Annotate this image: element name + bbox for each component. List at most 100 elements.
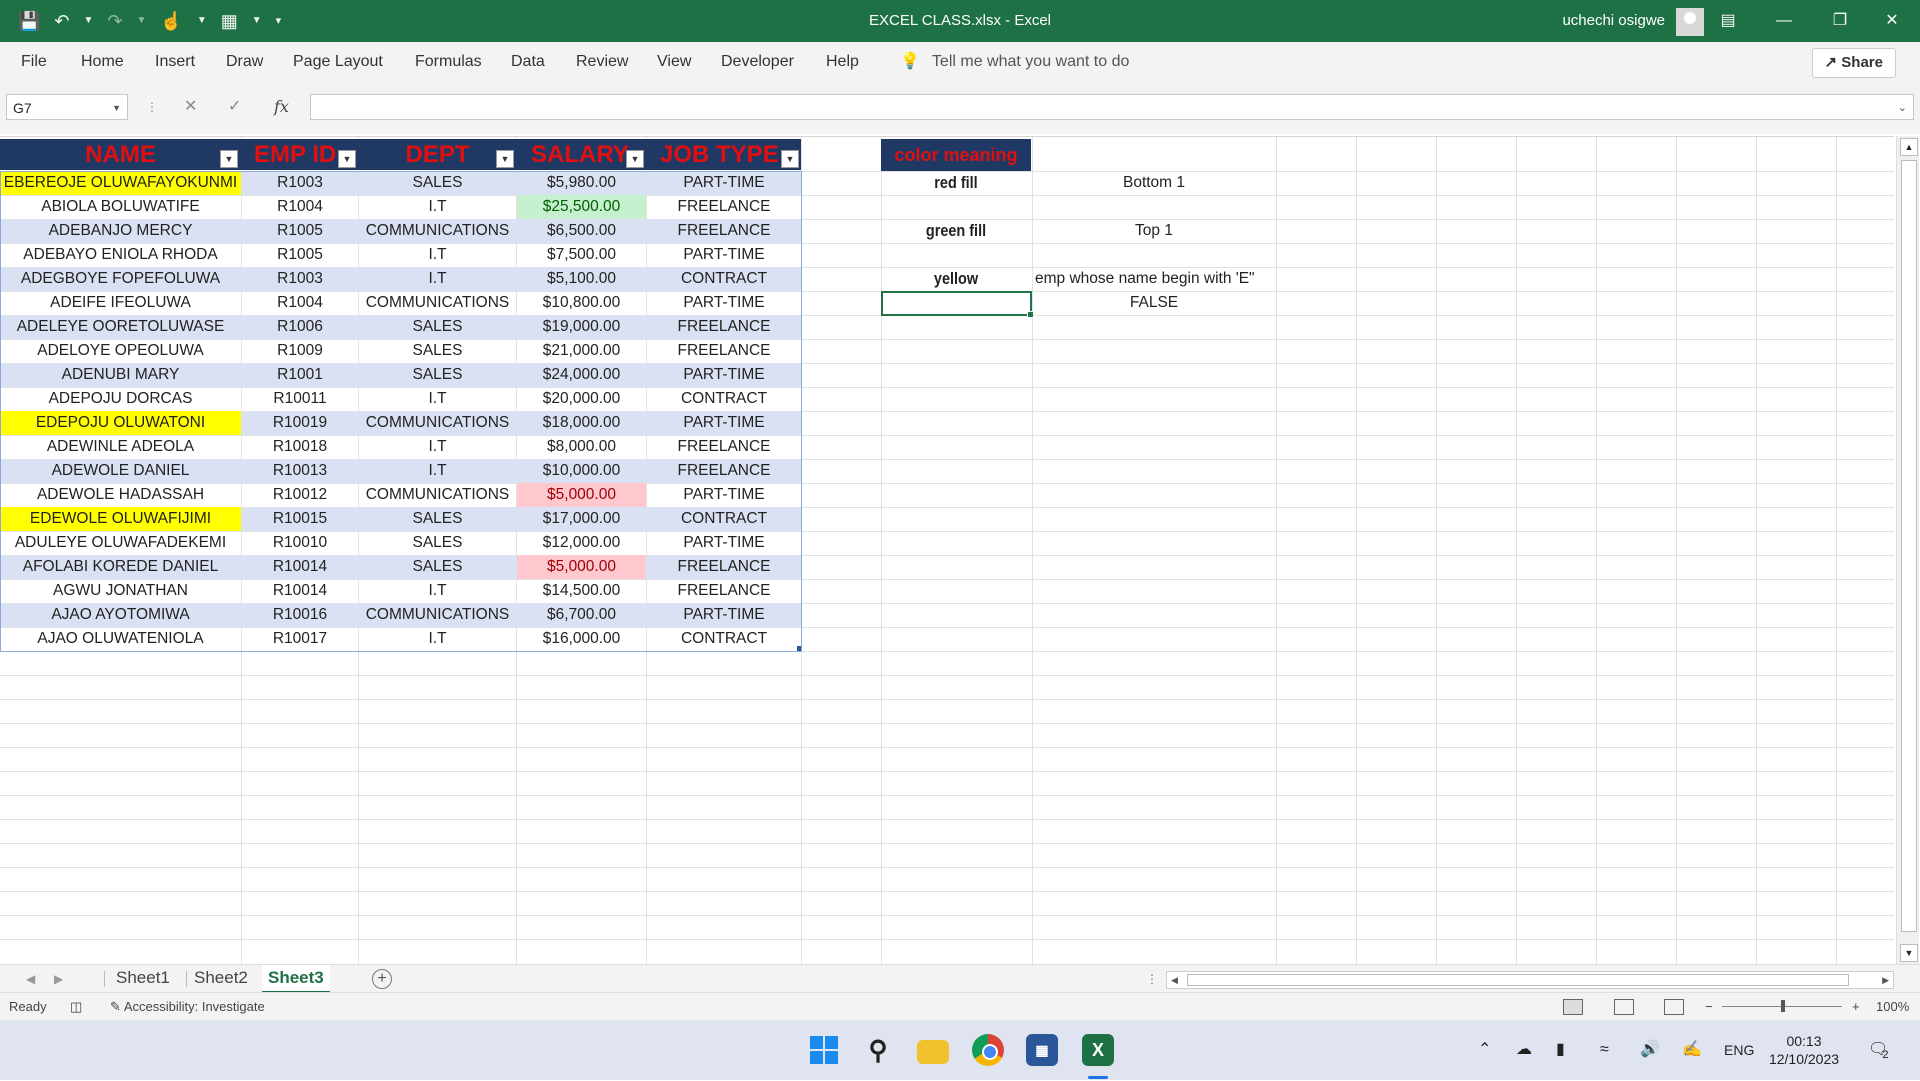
chrome-icon[interactable] <box>972 1034 1004 1066</box>
sheet-tab-sheet1[interactable]: Sheet1 <box>110 965 176 991</box>
chevron-down-icon[interactable]: ▼ <box>112 95 121 121</box>
save-icon[interactable]: 💾 <box>18 0 40 42</box>
zoom-in-icon[interactable]: + <box>1852 993 1860 1021</box>
excel-app-icon[interactable]: X <box>1082 1034 1114 1066</box>
tab-developer[interactable]: Developer <box>721 42 794 82</box>
add-sheet-icon[interactable]: + <box>372 969 392 989</box>
more-options-icon[interactable]: ⋮ <box>146 94 158 120</box>
scrollbar-thumb[interactable] <box>1187 974 1849 986</box>
zoom-level[interactable]: 100% <box>1876 993 1909 1021</box>
redo-dropdown-icon[interactable]: ▼ <box>137 0 147 42</box>
tab-insert[interactable]: Insert <box>155 42 195 82</box>
legend-value-red-fill[interactable]: Bottom 1 <box>1032 171 1276 195</box>
column-line <box>1756 137 1757 965</box>
enter-icon[interactable]: ✓ <box>228 94 241 120</box>
legend-title[interactable]: color meaning <box>881 139 1031 171</box>
sheet-tab-sheet2[interactable]: Sheet2 <box>188 965 254 991</box>
split-handle-icon[interactable]: ⋮ <box>1146 965 1158 993</box>
legend-key-yellow[interactable]: yellow <box>892 267 1020 291</box>
account-name[interactable]: uchechi osigwe <box>1562 0 1665 42</box>
ribbon-display-options-icon[interactable]: ▤ <box>1700 0 1756 42</box>
tab-separator <box>104 971 105 987</box>
scroll-up-icon[interactable]: ▲ <box>1900 138 1918 156</box>
windows-start-icon[interactable] <box>808 1034 840 1066</box>
filter-dropdown-icon[interactable]: ▼ <box>626 150 644 168</box>
page-layout-view-icon[interactable] <box>1614 999 1634 1015</box>
expand-formula-bar-icon[interactable]: ⌄ <box>1898 95 1907 121</box>
undo-icon[interactable]: ↶ <box>54 0 69 42</box>
macro-recording-icon[interactable]: ◫ <box>70 993 82 1021</box>
undo-dropdown-icon[interactable]: ▼ <box>84 0 94 42</box>
tab-page-layout[interactable]: Page Layout <box>293 42 383 82</box>
worksheet-grid[interactable]: NAME EMP ID DEPT SALARY JOB TYPE ▼ ▼ ▼ ▼… <box>0 136 1894 965</box>
redo-icon[interactable]: ↷ <box>107 0 122 42</box>
tab-draw[interactable]: Draw <box>226 42 263 82</box>
form-dropdown-icon[interactable]: ▼ <box>252 0 262 42</box>
column-line <box>881 137 882 965</box>
scroll-down-icon[interactable]: ▼ <box>1900 944 1918 962</box>
legend-value-green-fill[interactable]: Top 1 <box>1032 219 1276 243</box>
scroll-tabs-right-icon[interactable]: ▶ <box>54 965 63 993</box>
insert-function-icon[interactable]: fx <box>274 94 289 120</box>
tell-me-search[interactable]: 💡 Tell me what you want to do <box>900 42 1129 82</box>
header-emp-id: EMP ID <box>254 141 337 168</box>
scroll-tabs-left-icon[interactable]: ◀ <box>26 965 35 993</box>
title-bar: 💾 ↶ ▼ ↷ ▼ ☝ ▼ ▦ ▼ ▾ EXCEL CLASS.xlsx - E… <box>0 0 1920 42</box>
zoom-slider-thumb[interactable] <box>1781 1000 1785 1012</box>
legend-key-red-fill[interactable]: red fill <box>892 171 1020 195</box>
legend-value-yellow[interactable]: emp whose name begin with 'E" <box>1032 267 1276 291</box>
tab-help[interactable]: Help <box>826 42 859 82</box>
wifi-icon[interactable]: ≈ <box>1600 1020 1609 1080</box>
tab-data[interactable]: Data <box>511 42 545 82</box>
row-line <box>0 939 1894 940</box>
filter-dropdown-icon[interactable]: ▼ <box>781 150 799 168</box>
tab-formulas[interactable]: Formulas <box>415 42 482 82</box>
minimize-icon[interactable]: — <box>1756 0 1812 42</box>
microsoft-store-icon[interactable]: ▦ <box>1026 1034 1058 1066</box>
touch-mode-dropdown-icon[interactable]: ▼ <box>197 0 207 42</box>
share-button[interactable]: ↗ Share <box>1811 48 1896 78</box>
column-line <box>1516 137 1517 965</box>
pen-icon[interactable]: ✍ <box>1682 1020 1702 1080</box>
sheet-tab-sheet3[interactable]: Sheet3 <box>262 965 330 994</box>
page-break-view-icon[interactable] <box>1664 999 1684 1015</box>
search-icon[interactable]: ⚲ <box>862 1034 894 1066</box>
battery-icon[interactable]: ▮ <box>1556 1020 1565 1080</box>
normal-view-icon[interactable] <box>1563 999 1583 1015</box>
tab-home[interactable]: Home <box>81 42 124 82</box>
tab-file[interactable]: File <box>21 42 47 82</box>
restore-icon[interactable]: ❐ <box>1812 0 1868 42</box>
notifications-icon[interactable]: 🗨2 <box>1868 1020 1894 1081</box>
horizontal-scrollbar[interactable]: ◀ ▶ <box>1166 971 1894 989</box>
tab-separator <box>186 971 187 987</box>
vertical-scrollbar[interactable]: ▲ ▼ <box>1896 136 1919 964</box>
chevron-up-icon[interactable]: ⌃ <box>1478 1020 1491 1080</box>
scroll-right-icon[interactable]: ▶ <box>1882 972 1889 988</box>
notification-count: 2 <box>1882 1049 1889 1061</box>
filter-dropdown-icon[interactable]: ▼ <box>496 150 514 168</box>
customize-qat-icon[interactable]: ▾ <box>276 0 282 42</box>
close-icon[interactable]: ✕ <box>1864 0 1920 42</box>
tab-view[interactable]: View <box>657 42 691 82</box>
touch-mode-icon[interactable]: ☝ <box>160 0 182 42</box>
accessibility-checker[interactable]: ✎ Accessibility: Investigate <box>110 993 265 1021</box>
lightbulb-icon: 💡 <box>900 53 920 70</box>
tab-review[interactable]: Review <box>576 42 628 82</box>
active-cell-selection[interactable] <box>881 291 1034 318</box>
scrollbar-thumb[interactable] <box>1901 160 1917 932</box>
cancel-icon[interactable]: ✕ <box>184 94 197 120</box>
filter-dropdown-icon[interactable]: ▼ <box>338 150 356 168</box>
result-cell[interactable]: FALSE <box>1032 291 1276 315</box>
language-indicator[interactable]: ENG <box>1724 1020 1754 1080</box>
formula-input[interactable]: ⌄ <box>310 94 1914 120</box>
filter-dropdown-icon[interactable]: ▼ <box>220 150 238 168</box>
volume-icon[interactable]: 🔊 <box>1640 1020 1660 1080</box>
form-icon[interactable]: ▦ <box>221 0 238 42</box>
name-box[interactable]: G7 ▼ <box>6 94 128 120</box>
clock[interactable]: 00:13 12/10/2023 <box>1764 1032 1844 1068</box>
zoom-out-icon[interactable]: − <box>1705 993 1713 1021</box>
legend-key-green-fill[interactable]: green fill <box>892 219 1020 243</box>
scroll-left-icon[interactable]: ◀ <box>1171 972 1178 988</box>
onedrive-icon[interactable]: ☁ <box>1516 1020 1532 1080</box>
file-explorer-icon[interactable] <box>917 1040 949 1064</box>
